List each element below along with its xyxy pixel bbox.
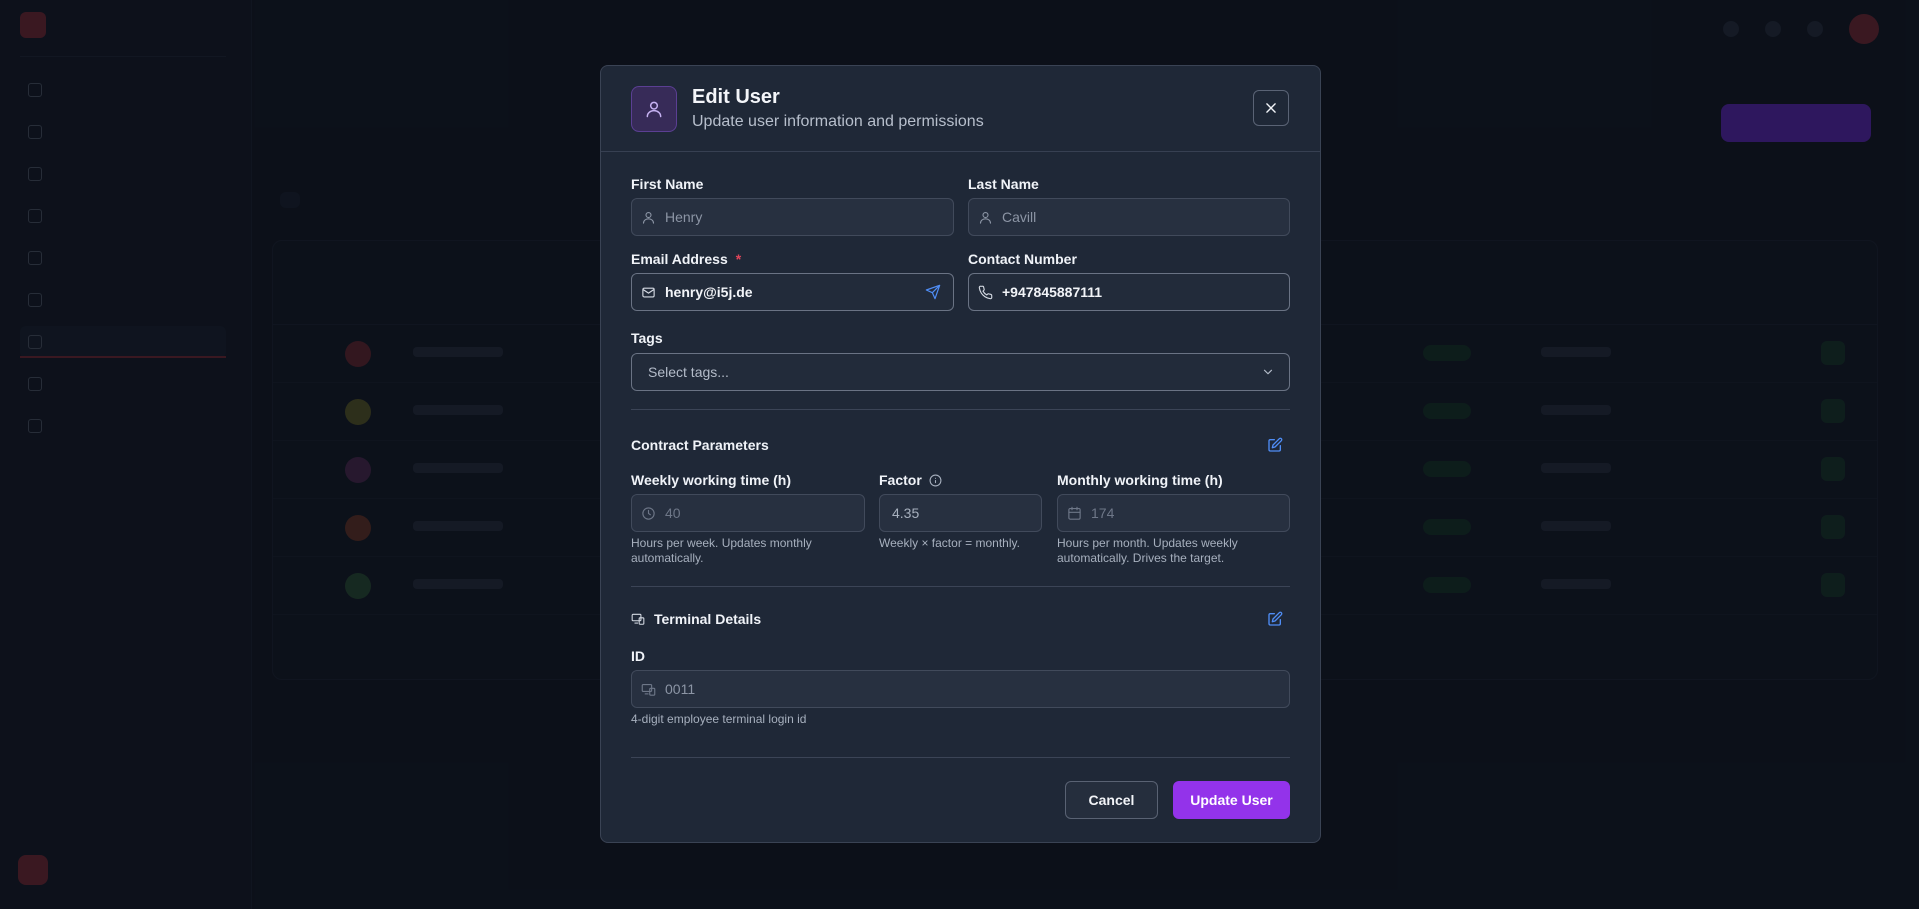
- tags-placeholder: Select tags...: [648, 364, 729, 380]
- weekly-hours-field[interactable]: 40: [631, 494, 865, 532]
- user-icon: [642, 211, 655, 224]
- info-icon[interactable]: [929, 474, 942, 487]
- tags-label: Tags: [631, 330, 663, 346]
- weekly-hours-value: 40: [665, 505, 681, 521]
- factor-label-text: Factor: [879, 472, 922, 488]
- terminal-id-value: 0011: [665, 681, 696, 697]
- last-name-label: Last Name: [968, 176, 1039, 192]
- modal-subtitle: Update user information and permissions: [692, 113, 984, 130]
- monthly-hint: Hours per month. Updates weekly automati…: [1057, 536, 1238, 565]
- terminal-icon: [631, 613, 645, 625]
- terminal-section-title: Terminal Details: [631, 611, 761, 627]
- terminal-icon: [641, 683, 656, 696]
- monthly-hours-field[interactable]: 174: [1057, 494, 1290, 532]
- user-icon: [631, 86, 677, 132]
- close-icon: [1266, 103, 1276, 113]
- email-label: Email Address *: [631, 251, 741, 267]
- first-name-label: First Name: [631, 176, 704, 192]
- terminal-section-title-text: Terminal Details: [654, 611, 762, 627]
- weekly-hint: Hours per week. Updates monthly automati…: [631, 536, 812, 565]
- email-field[interactable]: henry@i5j.de: [631, 273, 954, 311]
- contact-field[interactable]: +947845887111: [968, 273, 1290, 311]
- modal-title: Edit User: [692, 86, 780, 108]
- terminal-id-field[interactable]: 0011: [631, 670, 1290, 708]
- contact-value: +947845887111: [1002, 284, 1103, 300]
- required-mark: *: [735, 251, 742, 267]
- first-name-field[interactable]: Henry: [631, 198, 954, 236]
- edit-icon[interactable]: [1267, 611, 1283, 627]
- first-name-value: Henry: [665, 209, 703, 225]
- modal-header: Edit User Update user information and pe…: [601, 66, 1320, 152]
- edit-icon[interactable]: [1267, 437, 1283, 453]
- section-divider: [631, 409, 1290, 410]
- terminal-id-label: ID: [631, 648, 645, 664]
- factor-value: 4.35: [892, 505, 920, 521]
- clock-icon: [642, 506, 655, 520]
- calendar-icon: [1068, 506, 1081, 520]
- weekly-label: Weekly working time (h): [631, 472, 791, 488]
- section-divider: [631, 586, 1290, 587]
- contract-section-title: Contract Parameters: [631, 437, 769, 453]
- close-button[interactable]: [1253, 90, 1289, 126]
- monthly-label: Monthly working time (h): [1057, 472, 1223, 488]
- email-label-text: Email Address: [631, 251, 728, 267]
- phone-icon: [978, 285, 993, 299]
- last-name-value: Cavill: [1002, 209, 1037, 225]
- last-name-field[interactable]: Cavill: [968, 198, 1290, 236]
- tags-select[interactable]: Select tags...: [631, 353, 1290, 391]
- contact-label: Contact Number: [968, 251, 1077, 267]
- update-user-button[interactable]: Update User: [1173, 781, 1290, 819]
- terminal-id-hint: 4-digit employee terminal login id: [631, 712, 807, 726]
- edit-user-modal: Edit User Update user information and pe…: [600, 65, 1321, 843]
- mail-icon: [642, 287, 655, 297]
- send-icon[interactable]: [925, 284, 941, 300]
- cancel-button[interactable]: Cancel: [1065, 781, 1158, 819]
- email-value: henry@i5j.de: [665, 284, 753, 300]
- factor-hint: Weekly × factor = monthly.: [879, 536, 1020, 550]
- factor-field[interactable]: 4.35: [879, 494, 1042, 532]
- user-icon: [979, 211, 992, 224]
- footer-divider: [631, 757, 1290, 758]
- monthly-hours-value: 174: [1091, 505, 1115, 521]
- chevron-down-icon: [1263, 369, 1273, 375]
- factor-label: Factor: [879, 472, 942, 488]
